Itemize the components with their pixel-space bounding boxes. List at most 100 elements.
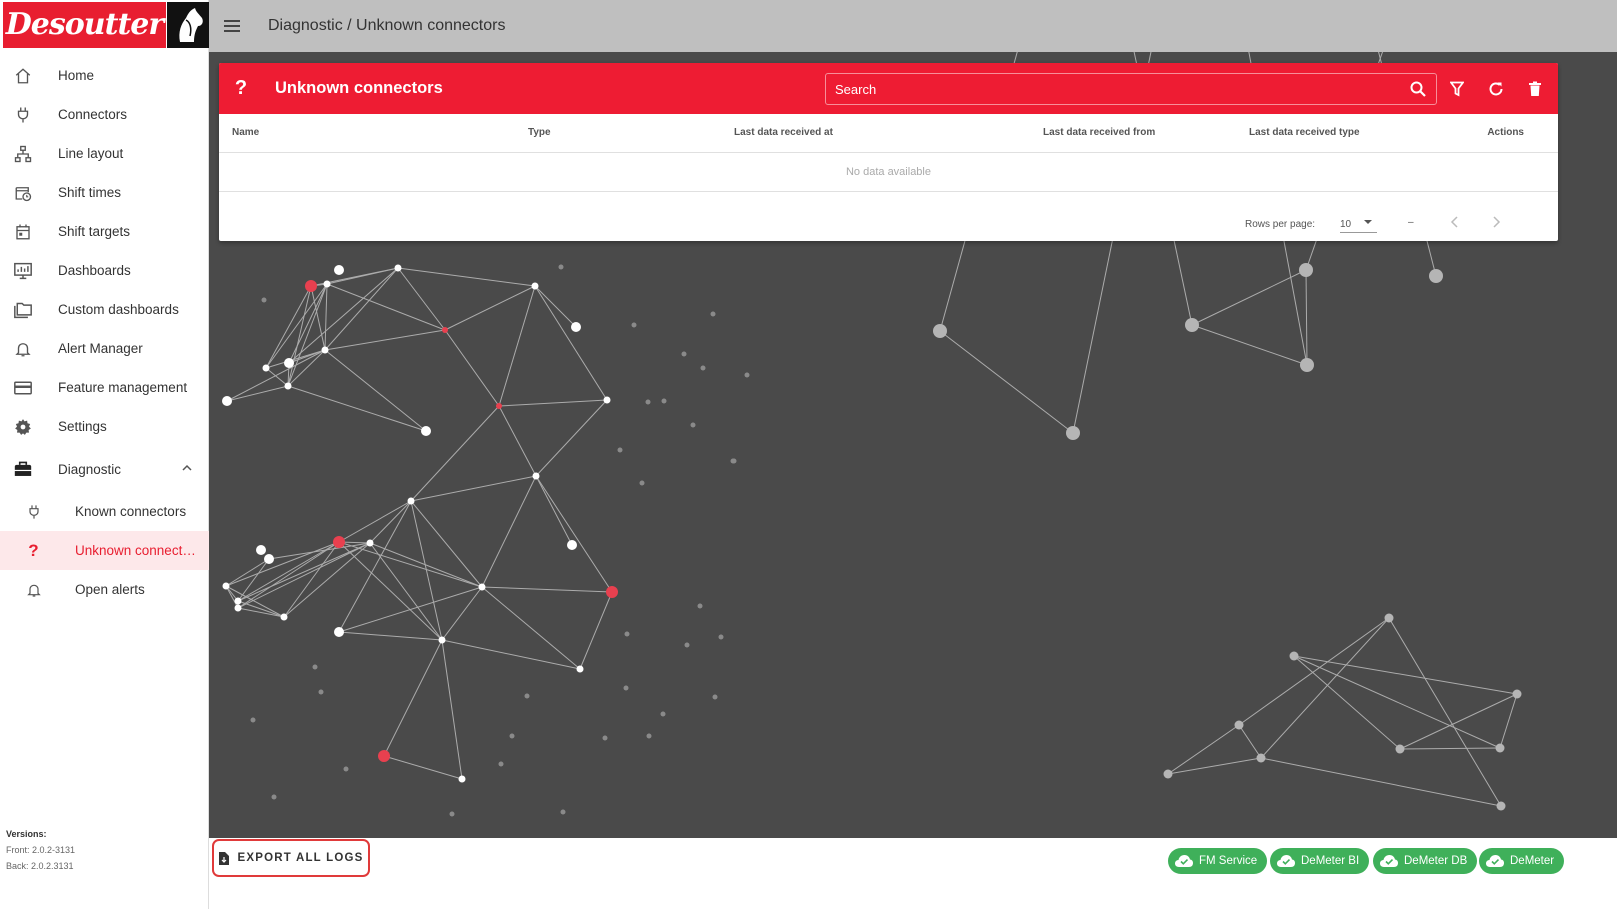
- network-node: [321, 346, 329, 354]
- filter-icon: [1450, 81, 1464, 97]
- sidebar-item-settings[interactable]: Settings: [0, 407, 209, 446]
- network-node-gray: [1395, 744, 1405, 754]
- sidebar-item-shift-targets[interactable]: Shift targets: [0, 212, 209, 251]
- network-node: [532, 472, 540, 480]
- calendar-clock-icon: [0, 184, 58, 202]
- network-edge: [383, 755, 463, 780]
- question-mark-icon: ?: [28, 540, 39, 560]
- sidebar-item-label: Shift targets: [58, 224, 131, 239]
- desoutter-logo[interactable]: Desoutter: [3, 2, 213, 48]
- sidebar-item-feature-management[interactable]: Feature management: [0, 368, 209, 407]
- toolbox-icon: [0, 460, 58, 478]
- network-speck: [449, 811, 455, 817]
- chevron-left-icon: [1450, 216, 1458, 228]
- network-edge: [287, 385, 427, 432]
- rows-per-page-select[interactable]: 10: [1340, 213, 1377, 233]
- network-node: [394, 264, 402, 272]
- network-node: [222, 396, 232, 406]
- network-node-red: [606, 586, 618, 598]
- network-edge: [324, 329, 446, 351]
- sidebar-item-open-alerts[interactable]: Open alerts: [0, 570, 209, 609]
- service-status-demeter-bi[interactable]: DeMeter BI: [1270, 848, 1370, 874]
- network-speck: [660, 711, 666, 717]
- sidebar-item-label: Line layout: [58, 146, 124, 161]
- sidebar-item-custom-dashboards[interactable]: Custom dashboards: [0, 290, 209, 329]
- network-edge: [237, 541, 340, 602]
- network-edge: [481, 475, 537, 588]
- network-speck: [697, 603, 703, 609]
- network-speck: [558, 264, 564, 270]
- network-edge: [444, 285, 536, 331]
- credit-card-icon: [0, 379, 58, 397]
- network-edge: [1305, 269, 1308, 366]
- service-status-demeter[interactable]: DeMeter: [1479, 848, 1565, 874]
- sidebar-item-label: Custom dashboards: [58, 302, 179, 317]
- sidebar-item-diagnostic[interactable]: Diagnostic: [0, 446, 209, 492]
- search-input[interactable]: [826, 81, 1400, 97]
- network-node: [262, 364, 270, 372]
- network-edge: [410, 405, 500, 502]
- column-header-last-received-type[interactable]: Last data received type: [1249, 114, 1459, 153]
- network-speck: [524, 693, 530, 699]
- sidebar-item-alert-manager[interactable]: Alert Manager: [0, 329, 209, 368]
- card-title: Unknown connectors: [275, 79, 443, 97]
- rows-per-page-value: 10: [1340, 219, 1352, 230]
- service-status-fm-service[interactable]: FM Service: [1168, 848, 1268, 874]
- refresh-button[interactable]: [1484, 77, 1508, 101]
- service-status-demeter-db[interactable]: DeMeter DB: [1373, 848, 1478, 874]
- column-header-name[interactable]: Name: [219, 114, 528, 153]
- network-edge: [1399, 693, 1518, 750]
- chevron-up-icon: [181, 462, 193, 477]
- sidebar-item-label: Alert Manager: [58, 341, 143, 356]
- export-all-logs-button[interactable]: EXPORT ALL LOGS: [212, 839, 370, 877]
- network-edge: [383, 639, 443, 757]
- sidebar-item-label: Settings: [58, 419, 107, 434]
- network-edge: [1238, 724, 1262, 759]
- sidebar-item-unknown-connectors[interactable]: ? Unknown connectors: [0, 531, 209, 570]
- network-node-gray: [1066, 426, 1080, 440]
- cloud-check-icon: [1485, 854, 1505, 868]
- network-node-red: [333, 536, 345, 548]
- network-node-gray: [1512, 689, 1522, 699]
- network-speck: [271, 794, 277, 800]
- network-edge: [481, 586, 581, 670]
- network-edge: [1238, 617, 1390, 726]
- network-edge: [1399, 747, 1501, 750]
- network-node: [458, 775, 466, 783]
- network-node: [323, 280, 331, 288]
- next-page-button[interactable]: [1491, 216, 1501, 231]
- network-node: [284, 382, 292, 390]
- hamburger-menu-button[interactable]: [209, 19, 255, 33]
- network-node-red: [442, 327, 448, 333]
- home-icon: [0, 67, 58, 85]
- column-header-type[interactable]: Type: [528, 114, 734, 153]
- sidebar-item-connectors[interactable]: Connectors: [0, 95, 209, 134]
- sidebar-item-shift-times[interactable]: Shift times: [0, 173, 209, 212]
- sidebar-item-home[interactable]: Home: [0, 56, 209, 95]
- sidebar-item-line-layout[interactable]: Line layout: [0, 134, 209, 173]
- sidebar-item-dashboards[interactable]: Dashboards: [0, 251, 209, 290]
- network-speck: [498, 761, 504, 767]
- service-label: DeMeter: [1510, 855, 1555, 867]
- network-edge: [1191, 269, 1307, 326]
- network-speck: [343, 766, 349, 772]
- network-speck: [661, 398, 667, 404]
- prev-page-button[interactable]: [1450, 216, 1460, 231]
- network-edge: [535, 475, 573, 546]
- network-edge: [441, 639, 581, 670]
- network-node: [222, 582, 230, 590]
- delete-button[interactable]: [1523, 77, 1547, 101]
- network-speck: [560, 809, 566, 815]
- search-icon[interactable]: [1400, 81, 1436, 97]
- network-edge: [534, 285, 608, 401]
- column-header-last-received-from[interactable]: Last data received from: [1043, 114, 1249, 153]
- network-edge: [1499, 693, 1518, 749]
- filter-button[interactable]: [1445, 77, 1469, 101]
- network-edge: [939, 330, 1074, 434]
- network-speck: [624, 631, 630, 637]
- column-header-last-received-at[interactable]: Last data received at: [734, 114, 1043, 153]
- sidebar-item-known-connectors[interactable]: Known connectors: [0, 492, 209, 531]
- network-speck: [639, 480, 645, 486]
- network-edge: [1293, 655, 1501, 749]
- network-speck: [631, 322, 637, 328]
